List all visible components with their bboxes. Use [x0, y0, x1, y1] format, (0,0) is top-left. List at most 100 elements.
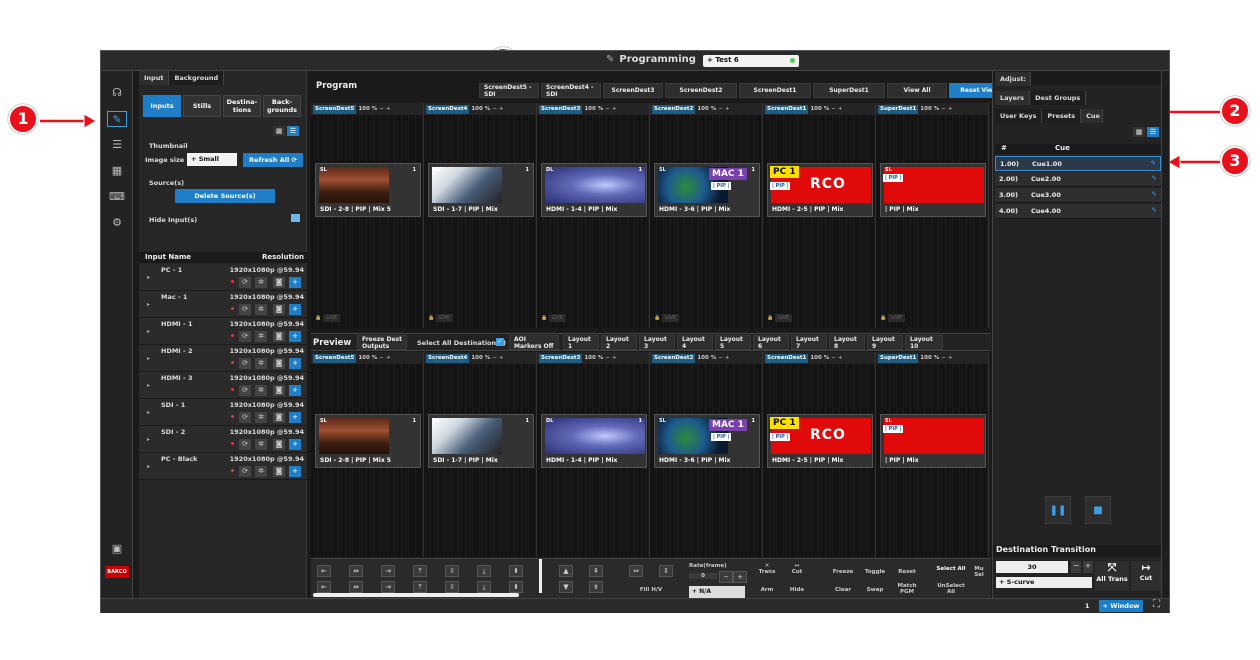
add-icon[interactable]: +: [289, 331, 301, 342]
cue-row[interactable]: 3.00) Cue3.00 ✎: [995, 188, 1161, 203]
input-row[interactable]: ▸ HDMI - 2 1920x1080p @59.94 ⟳ ✲ ◙ +: [139, 345, 307, 372]
keyboard-icon[interactable]: ⌨: [107, 189, 127, 205]
dest-column[interactable]: ScreenDest5 100 % − + SL 1 SDI - 2-8 | PI…: [311, 352, 424, 557]
cue-row[interactable]: 2.00) Cue2.00 ✎: [995, 172, 1161, 187]
move-up-button[interactable]: ▲: [559, 565, 573, 577]
zoom-level[interactable]: 100 %: [584, 106, 603, 112]
align-button[interactable]: ⇥: [381, 565, 395, 577]
rate-minus[interactable]: −: [719, 571, 733, 583]
settings-icon[interactable]: ✲: [255, 304, 267, 315]
stills-button[interactable]: Stills: [183, 95, 221, 117]
align-button[interactable]: ⤓: [477, 565, 491, 577]
dest-column[interactable]: ScreenDest2 100 % − + MAC 1 | PIP | SL 1 HD…: [650, 103, 763, 328]
camera-icon[interactable]: ◙: [273, 277, 285, 288]
gear-icon[interactable]: ⚙: [107, 215, 127, 231]
refresh-icon[interactable]: ⟳: [239, 304, 251, 315]
backgrounds-button[interactable]: Back-grounds: [263, 95, 301, 117]
dest-btn-superdest1[interactable]: SuperDest1: [813, 83, 885, 98]
add-icon[interactable]: +: [289, 385, 301, 396]
list-icon[interactable]: ☰: [107, 137, 127, 153]
layout-button[interactable]: Layout 6: [753, 335, 789, 350]
expand-arrow-icon[interactable]: ▸: [147, 463, 150, 470]
image-size-select[interactable]: + Small: [187, 153, 237, 166]
layer-preview[interactable]: SL 1 SDI - 1-7 | PIP | Mix: [428, 163, 534, 217]
move-bottom-button[interactable]: ⇟: [589, 581, 603, 593]
input-row[interactable]: ▸ HDMI - 1 1920x1080p @59.94 ⟳ ✲ ◙ +: [139, 318, 307, 345]
cue-row[interactable]: 4.00) Cue4.00 ✎: [995, 204, 1161, 219]
tab-user-keys[interactable]: User Keys: [995, 109, 1043, 123]
camera-icon[interactable]: ◙: [273, 331, 285, 342]
zoom-in-icon[interactable]: +: [948, 355, 953, 361]
select-all-checkbox[interactable]: ✓: [496, 338, 504, 346]
expand-arrow-icon[interactable]: ▸: [147, 382, 150, 389]
align-button[interactable]: ⤒: [413, 565, 427, 577]
tab-input[interactable]: Input: [139, 71, 170, 85]
dest-column[interactable]: ScreenDest2 100 % − + MAC 1 | PIP | SL 1 HD…: [650, 352, 763, 557]
zoom-out-icon[interactable]: −: [941, 355, 946, 361]
settings-icon[interactable]: ✲: [255, 385, 267, 396]
zoom-out-icon[interactable]: −: [492, 355, 497, 361]
cue-pause-button[interactable]: ❚❚: [1045, 496, 1071, 524]
zoom-level[interactable]: 100 %: [697, 106, 716, 112]
freeze-button[interactable]: Freeze: [829, 569, 857, 575]
align-button[interactable]: ⤒: [413, 581, 427, 593]
add-icon[interactable]: +: [289, 358, 301, 369]
align-button[interactable]: ⇹: [349, 565, 363, 577]
save-icon[interactable]: ▣: [107, 541, 127, 557]
camera-icon[interactable]: ◙: [273, 304, 285, 315]
zoom-out-icon[interactable]: −: [605, 106, 610, 112]
grid-icon[interactable]: ▦: [107, 163, 127, 179]
dest-btn-screendest5[interactable]: ScreenDest5 - SDI: [479, 83, 539, 98]
zoom-out-icon[interactable]: −: [379, 355, 384, 361]
tab-presets[interactable]: Presets: [1042, 109, 1082, 123]
inputs-button[interactable]: Inputs: [143, 95, 181, 117]
fill-hv-button[interactable]: Fill H/V: [627, 587, 675, 593]
align-button[interactable]: ⇳: [445, 581, 459, 593]
zoom-level[interactable]: 100 %: [697, 355, 716, 361]
layer-preview[interactable]: PC 1 | PIP | RCO HDMI - 2-5 | PIP | Mix: [767, 163, 873, 217]
grid-view-icon[interactable]: ▦: [1133, 127, 1145, 137]
zoom-out-icon[interactable]: −: [831, 355, 836, 361]
curve-select[interactable]: + S-curve: [996, 577, 1092, 588]
zoom-in-icon[interactable]: +: [386, 355, 391, 361]
zoom-level[interactable]: 100 %: [584, 355, 603, 361]
zoom-out-icon[interactable]: −: [492, 106, 497, 112]
dest-column[interactable]: ScreenDest3 100 % − + DL 1 HDMI - 1-4 | P…: [537, 352, 650, 557]
cue-edit-icon[interactable]: ✎: [1152, 190, 1157, 198]
preset-selector[interactable]: + Test 6: [703, 55, 799, 67]
camera-icon[interactable]: ◙: [273, 385, 285, 396]
add-icon[interactable]: +: [289, 439, 301, 450]
arm-button[interactable]: Arm: [757, 587, 777, 593]
zoom-out-icon[interactable]: −: [718, 355, 723, 361]
trans-button[interactable]: ✕ Trans: [757, 563, 777, 575]
dest-btn-screendest3[interactable]: ScreenDest3: [603, 83, 663, 98]
align-button[interactable]: ⇳: [445, 565, 459, 577]
layer-preview[interactable]: | PIP | SL | PIP | Mix: [880, 414, 986, 468]
dest-column[interactable]: SuperDest1 100 % − + | PIP | SL | PIP | Mi…: [876, 103, 989, 328]
refresh-icon[interactable]: ⟳: [239, 385, 251, 396]
freeze-dest-outputs-button[interactable]: Freeze Dest Outputs: [357, 335, 407, 350]
cue-edit-icon[interactable]: ✎: [1152, 206, 1157, 214]
zoom-in-icon[interactable]: +: [838, 355, 843, 361]
all-trans-button[interactable]: ⤧ All Trans: [1095, 561, 1129, 591]
zoom-level[interactable]: 100 %: [358, 106, 377, 112]
zoom-in-icon[interactable]: +: [612, 106, 617, 112]
layout-button[interactable]: Layout 3: [639, 335, 675, 350]
expand-arrow-icon[interactable]: ▸: [147, 328, 150, 335]
cue-edit-icon[interactable]: ✎: [1151, 159, 1156, 167]
expand-arrow-icon[interactable]: ▸: [147, 436, 150, 443]
layout-button[interactable]: Layout 10: [905, 335, 943, 350]
layer-preview[interactable]: PC 1 | PIP | RCO HDMI - 2-5 | PIP | Mix: [767, 414, 873, 468]
zoom-level[interactable]: 100 %: [810, 355, 829, 361]
refresh-icon[interactable]: ⟳: [239, 466, 251, 477]
hide-button[interactable]: Hide: [787, 587, 807, 593]
layer-preview[interactable]: DL 1 HDMI - 1-4 | PIP | Mix: [541, 163, 647, 217]
scroll-track[interactable]: [313, 593, 519, 597]
dest-btn-screendest4[interactable]: ScreenDest4 - SDI: [541, 83, 601, 98]
expand-arrow-icon[interactable]: ▸: [147, 355, 150, 362]
camera-icon[interactable]: ◙: [273, 412, 285, 423]
tab-layers[interactable]: Layers: [995, 91, 1031, 105]
view-all-button[interactable]: View All: [887, 83, 947, 98]
clear-button[interactable]: Clear: [829, 587, 857, 593]
layout-button[interactable]: Layout 8: [829, 335, 865, 350]
